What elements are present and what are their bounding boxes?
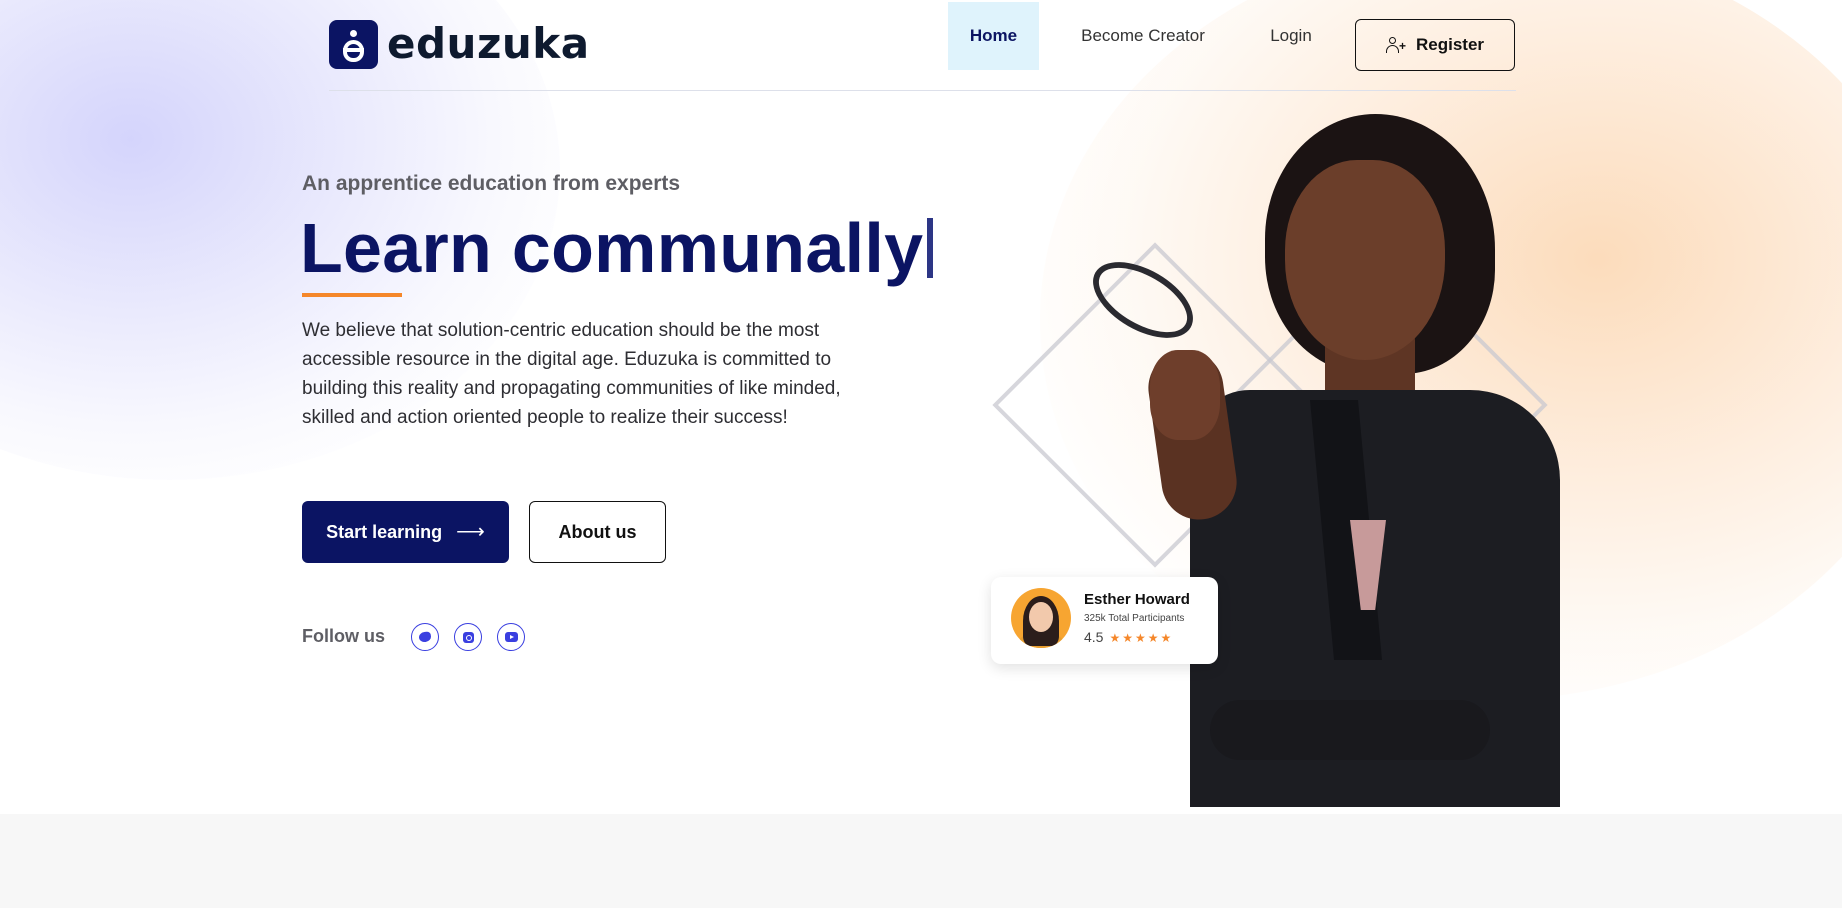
start-learning-button[interactable]: Start learning ⟶ [302, 501, 509, 563]
instructor-name: Esther Howard [1084, 591, 1190, 608]
star-icon: ★ [1109, 631, 1121, 645]
headline-text: Learn communally [300, 209, 924, 287]
youtube-link[interactable] [497, 623, 525, 651]
hero-headline: Learn communally [300, 208, 934, 288]
headline-underline [302, 293, 402, 297]
header-divider [329, 90, 1516, 91]
about-us-button[interactable]: About us [529, 501, 666, 563]
start-learning-label: Start learning [326, 521, 443, 542]
register-label: Register [1415, 35, 1485, 54]
eyeglasses [1080, 246, 1206, 354]
star-icon: ★ [1122, 631, 1133, 645]
rating-value: 4.5 [1084, 629, 1104, 645]
next-section-strip [0, 814, 1842, 908]
hero-description: We believe that solution-centric educati… [302, 320, 841, 428]
hero-image [992, 100, 1560, 807]
twitter-icon [418, 631, 432, 643]
instagram-link[interactable] [454, 623, 482, 651]
instructor-photo [1070, 100, 1560, 807]
nav-home[interactable]: Home [948, 2, 1039, 70]
star-icon: ★ [1160, 631, 1172, 645]
hero-background [0, 0, 1842, 814]
youtube-icon [504, 632, 518, 642]
star-icon: ★ [1135, 631, 1146, 645]
avatar [1011, 588, 1071, 648]
instagram-icon [462, 631, 474, 643]
star-icon: ★ [1147, 631, 1159, 645]
logo-link[interactable]: eduzuka [329, 20, 590, 69]
participants-count: 325k Total Participants [1084, 613, 1185, 624]
rating: 4.5 ★ ★ ★ ★ ★ [1084, 629, 1171, 645]
instructor-card: Esther Howard 325k Total Participants 4.… [991, 577, 1218, 664]
person-e-logo-icon [329, 20, 378, 69]
nav-login[interactable]: Login [1258, 2, 1324, 70]
user-plus-icon: + [1385, 37, 1406, 53]
follow-us-label: Follow us [302, 626, 385, 646]
twitter-link[interactable] [411, 623, 439, 651]
hero-eyebrow: An apprentice education from experts [302, 172, 681, 195]
register-button[interactable]: + Register [1355, 19, 1515, 71]
brand-name: eduzuka [387, 18, 590, 68]
nav-become-creator[interactable]: Become Creator [1068, 2, 1218, 70]
arrow-right-icon: ⟶ [456, 521, 485, 543]
star-rating: ★ ★ ★ ★ ★ [1107, 629, 1171, 645]
about-us-label: About us [558, 521, 637, 542]
typing-caret [927, 218, 934, 278]
